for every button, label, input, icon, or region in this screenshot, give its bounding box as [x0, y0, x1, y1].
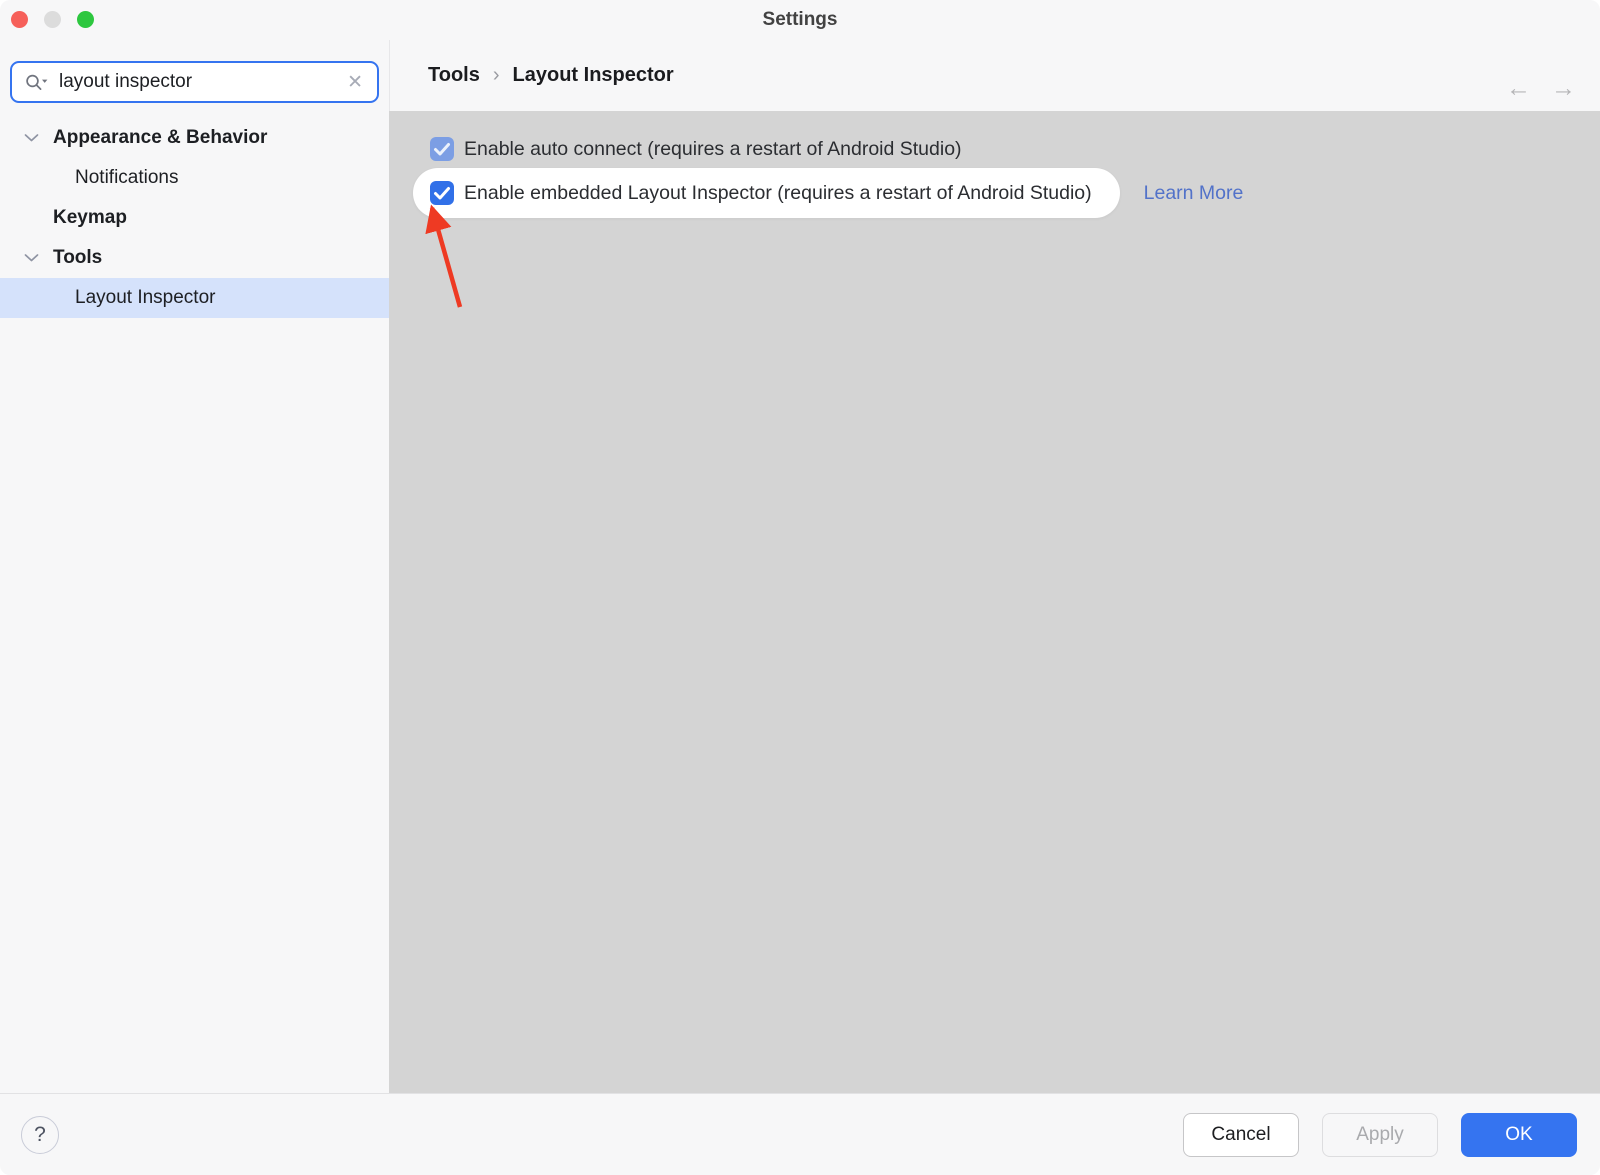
sidebar-item-layout-inspector[interactable]: Layout Inspector: [0, 278, 389, 318]
highlighted-setting-pill: Enable embedded Layout Inspector (requir…: [413, 168, 1120, 218]
checkmark-icon: [430, 181, 454, 205]
learn-more-link[interactable]: Learn More: [1144, 182, 1244, 205]
sidebar-item-keymap[interactable]: Keymap: [0, 198, 389, 238]
forward-arrow-icon[interactable]: →: [1551, 76, 1576, 101]
cancel-button[interactable]: Cancel: [1183, 1113, 1299, 1157]
settings-sidebar: ✕ Appearance & Behavior Notifications Ke…: [0, 40, 389, 1093]
embedded-inspector-label: Enable embedded Layout Inspector (requir…: [464, 182, 1092, 205]
settings-search-box[interactable]: ✕: [10, 61, 379, 103]
search-input[interactable]: [59, 71, 345, 93]
titlebar: Settings: [0, 0, 1600, 40]
help-button[interactable]: ?: [21, 1116, 59, 1154]
sidebar-item-appearance-behavior[interactable]: Appearance & Behavior: [0, 118, 389, 158]
embedded-inspector-row: Enable embedded Layout Inspector (requir…: [413, 168, 1600, 218]
sidebar-item-label: Keymap: [53, 207, 127, 229]
breadcrumb-layout-inspector: Layout Inspector: [513, 64, 674, 87]
settings-tree: Appearance & Behavior Notifications Keym…: [0, 118, 389, 318]
chevron-down-icon[interactable]: [24, 254, 39, 263]
checkmark-icon: [430, 137, 454, 161]
breadcrumb-separator-icon: ›: [493, 64, 500, 87]
sidebar-item-tools[interactable]: Tools: [0, 238, 389, 278]
embedded-inspector-checkbox[interactable]: [430, 181, 454, 205]
window-title: Settings: [0, 0, 1600, 40]
apply-button[interactable]: Apply: [1322, 1113, 1438, 1157]
sidebar-item-notifications[interactable]: Notifications: [0, 158, 389, 198]
sidebar-item-label: Tools: [53, 247, 102, 269]
settings-content: Enable auto connect (requires a restart …: [389, 111, 1600, 1093]
sidebar-item-label: Notifications: [75, 167, 179, 189]
sidebar-item-label: Appearance & Behavior: [53, 127, 267, 149]
auto-connect-label: Enable auto connect (requires a restart …: [464, 138, 962, 161]
clear-search-icon[interactable]: ✕: [345, 71, 365, 94]
footer-buttons: Cancel Apply OK: [1183, 1113, 1577, 1157]
breadcrumb: Tools › Layout Inspector: [428, 40, 674, 111]
chevron-down-icon[interactable]: [24, 134, 39, 143]
settings-window: Settings ✕ Appearance & Behavior: [0, 0, 1600, 1175]
auto-connect-row: Enable auto connect (requires a restart …: [430, 137, 1600, 161]
back-arrow-icon[interactable]: ←: [1506, 76, 1531, 101]
history-nav: ← →: [1506, 76, 1576, 101]
question-mark-icon: ?: [34, 1123, 46, 1147]
main-header: Tools › Layout Inspector ← →: [389, 40, 1600, 111]
auto-connect-checkbox[interactable]: [430, 137, 454, 161]
breadcrumb-tools[interactable]: Tools: [428, 64, 480, 87]
sidebar-item-label: Layout Inspector: [75, 287, 215, 309]
search-icon[interactable]: [25, 73, 49, 92]
dialog-footer: ? Cancel Apply OK: [0, 1093, 1600, 1175]
ok-button[interactable]: OK: [1461, 1113, 1577, 1157]
